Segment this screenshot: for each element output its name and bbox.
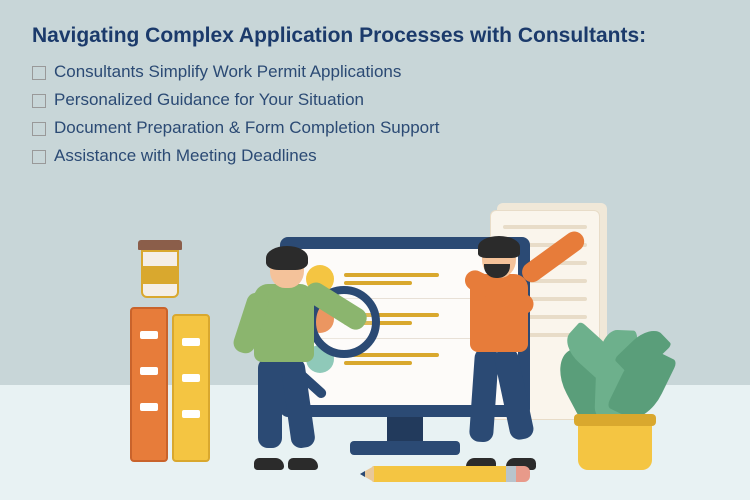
bullet-item: Consultants Simplify Work Permit Applica… xyxy=(32,58,750,86)
person-right-icon xyxy=(448,240,578,470)
bullet-item: Personalized Guidance for Your Situation xyxy=(32,86,750,114)
page-title: Navigating Complex Application Processes… xyxy=(0,0,750,58)
illustration-scene xyxy=(130,170,690,500)
bullet-list: Consultants Simplify Work Permit Applica… xyxy=(0,58,750,170)
coffee-cup-icon xyxy=(138,240,182,300)
bullet-item: Assistance with Meeting Deadlines xyxy=(32,142,750,170)
potted-plant-icon xyxy=(560,300,670,470)
person-left-icon xyxy=(222,250,342,470)
pencil-icon xyxy=(360,466,530,482)
binders-icon xyxy=(130,302,214,462)
bullet-item: Document Preparation & Form Completion S… xyxy=(32,114,750,142)
